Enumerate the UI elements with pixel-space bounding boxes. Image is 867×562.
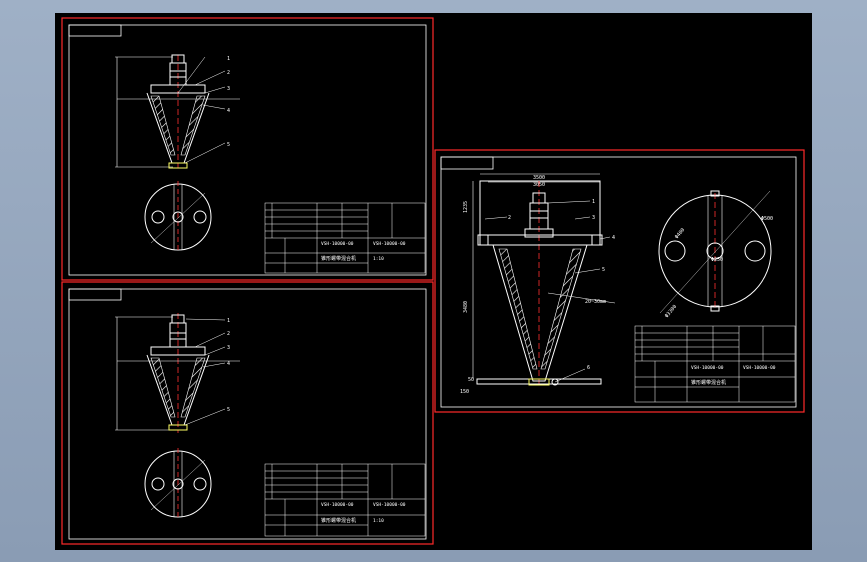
- dim-top-height: 1235: [463, 201, 469, 213]
- drawing-number: VSH-10000-00: [373, 502, 406, 508]
- drawing-code: VSH-10000-00: [321, 502, 354, 508]
- dim-plan-hole: Φ400: [674, 227, 686, 240]
- dim-bottom-width: 150: [460, 389, 469, 395]
- title-block: [264, 202, 426, 274]
- dim-cone-height: 3480: [463, 301, 469, 313]
- corner-tab: [440, 156, 494, 170]
- drawing-frame: [68, 24, 427, 276]
- title-block: [634, 325, 796, 403]
- plan-view: [144, 181, 212, 253]
- balloon-label: 1: [227, 56, 230, 62]
- drawing-code: VSH-10000-00: [691, 365, 724, 371]
- elevation-view: 1 2 3 4 5: [115, 313, 240, 433]
- ribbon-right: [180, 357, 206, 418]
- dim-ribbon-gap: 20~30mm: [585, 299, 606, 305]
- drawing-title: 锥形螺带混合机: [321, 255, 356, 262]
- drawing-number: VSH-10000-00: [743, 365, 776, 371]
- balloon-label: 6: [587, 365, 590, 371]
- ribbon-left: [150, 357, 176, 418]
- balloon-label: 5: [602, 267, 605, 273]
- dim-inner-width: 3050: [533, 182, 545, 188]
- dim-plan-hole: Φ500: [761, 216, 773, 222]
- balloon-label: 2: [508, 215, 511, 221]
- balloon-label: 5: [227, 142, 230, 148]
- ribbon-left: [150, 95, 176, 156]
- dim-overall-width: 3500: [533, 175, 545, 181]
- balloon-label: 2: [227, 70, 230, 76]
- drawing-title: 锥形螺带混合机: [321, 517, 356, 524]
- support-frame: [479, 180, 601, 236]
- balloon-label: 1: [592, 199, 595, 205]
- dim-bottom-offset: 50: [468, 377, 474, 383]
- corner-tab: [68, 288, 122, 301]
- cad-viewport: 1 2 3 4 5 VSH-10000-00 VSH-10000-00 锥形螺带…: [0, 0, 867, 562]
- elevation-view: 1 2 3 4 5: [115, 54, 240, 169]
- drawing-svg: 1 2 3 4 5 VSH-10000-00 VSH-10000-00 锥形螺带…: [61, 17, 805, 545]
- balloon-label: 3: [227, 86, 230, 92]
- sheet-top-left[interactable]: 1 2 3 4 5 VSH-10000-00 VSH-10000-00 锥形螺带…: [61, 17, 434, 281]
- balloon-label: 4: [227, 361, 230, 367]
- sheet-border: [434, 149, 805, 413]
- motor: [529, 202, 549, 230]
- sheet-right[interactable]: 3500 3050 1235 3480 50 150 20~30mm 1 2 3: [434, 149, 805, 413]
- balloon-label: 2: [227, 331, 230, 337]
- drawing-frame: [68, 288, 427, 540]
- ribbon-left: [498, 248, 538, 370]
- elevation-view: 3500 3050 1235 3480 50 150 20~30mm 1 2 3: [460, 173, 616, 395]
- sheet-bottom-left[interactable]: 1 2 3 4 5 VSH-10000-00 VSH-10000-00 锥形螺带…: [61, 281, 434, 545]
- balloon-label: 4: [612, 235, 615, 241]
- ribbon-right: [540, 248, 582, 370]
- balloon-label: 4: [227, 108, 230, 114]
- balloon-label: 3: [227, 345, 230, 351]
- drawing-title: 锥形螺带混合机: [691, 379, 726, 386]
- balloon-label: 5: [227, 407, 230, 413]
- corner-tab: [68, 24, 122, 37]
- balloon-label: 3: [592, 215, 595, 221]
- ribbon-right: [180, 95, 206, 156]
- drawing-number: VSH-10000-00: [373, 241, 406, 247]
- plan-view: [144, 448, 212, 520]
- drawing-scale: 1:10: [373, 518, 384, 524]
- drawing-canvas[interactable]: 1 2 3 4 5 VSH-10000-00 VSH-10000-00 锥形螺带…: [55, 13, 812, 550]
- dim-plan-center: Φ250: [711, 257, 723, 263]
- balloon-label: 1: [227, 318, 230, 324]
- drawing-scale: 1:10: [373, 256, 384, 262]
- plan-view: Φ500 Φ400 Φ250 Φ3300: [658, 190, 773, 319]
- title-block: [264, 463, 426, 537]
- drawing-code: VSH-10000-00: [321, 241, 354, 247]
